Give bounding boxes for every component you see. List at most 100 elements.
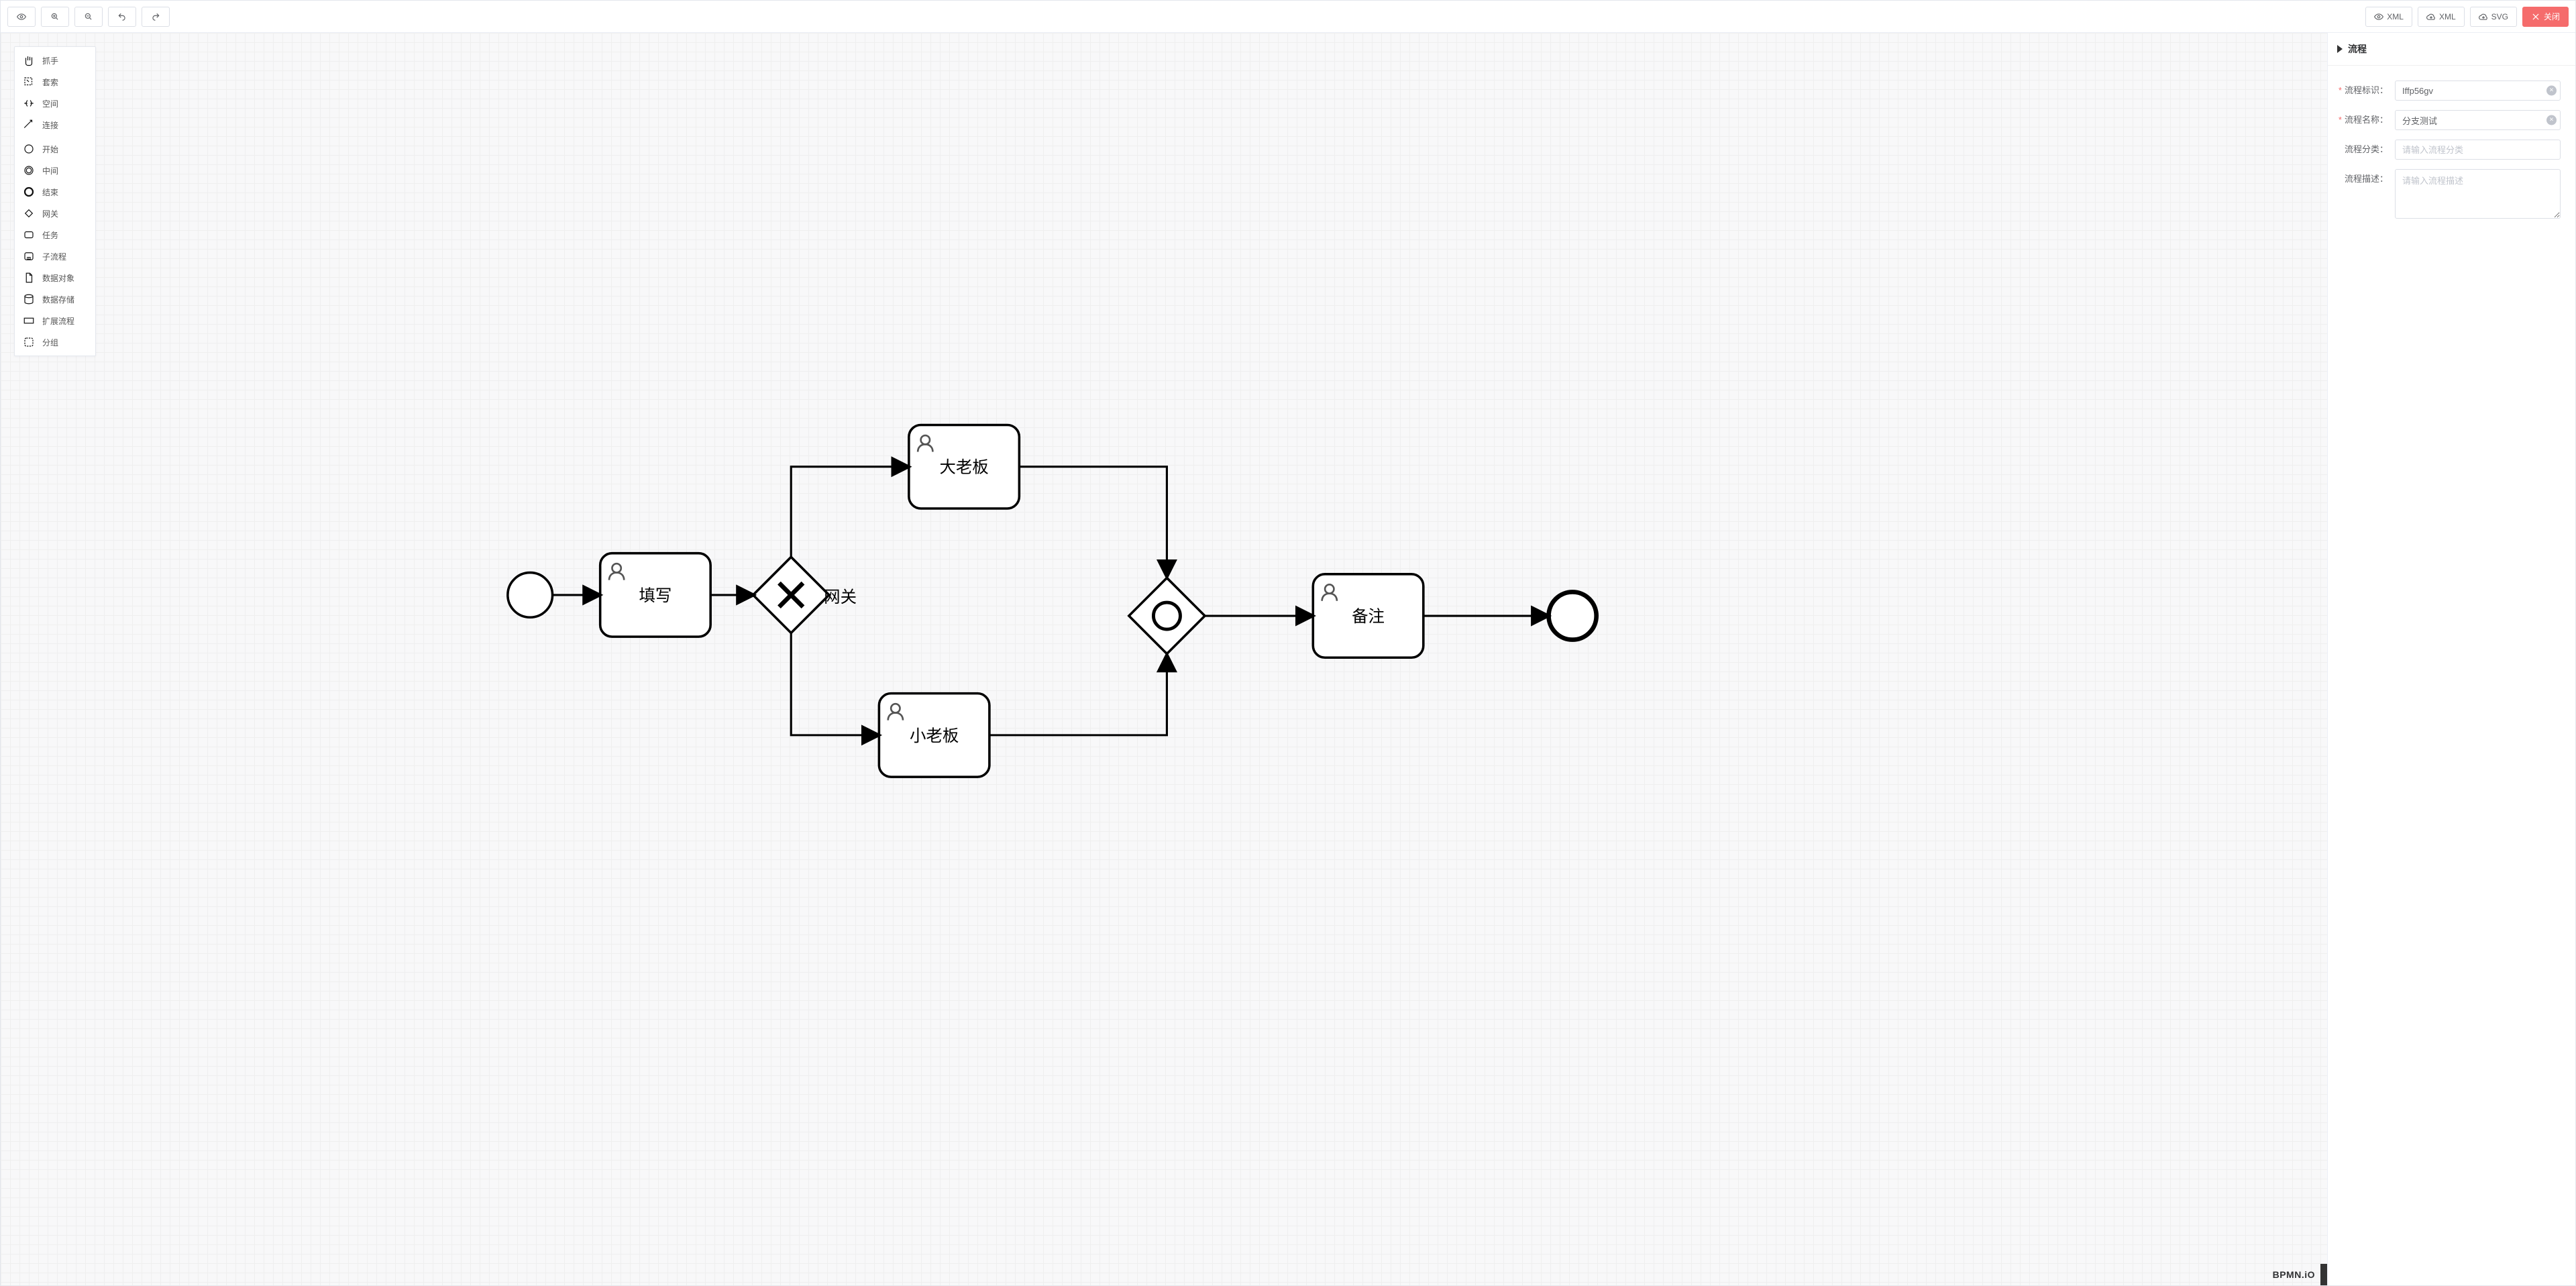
palette-end[interactable]: 结束 bbox=[15, 181, 95, 203]
bpmn-task-label: 大老板 bbox=[939, 458, 988, 477]
redo-button[interactable] bbox=[142, 7, 170, 27]
bpmn-end-event[interactable] bbox=[1549, 592, 1597, 639]
zoom-in-icon bbox=[50, 12, 60, 21]
bpmn-inclusive-gateway[interactable] bbox=[1129, 578, 1205, 653]
start-event-icon bbox=[23, 143, 35, 155]
palette-label: 任务 bbox=[42, 229, 58, 241]
panel-resize-handle[interactable] bbox=[2320, 1264, 2327, 1285]
label-category: 流程分类： bbox=[2333, 140, 2395, 160]
chevron-right-icon bbox=[2337, 45, 2343, 53]
textarea-desc[interactable] bbox=[2395, 169, 2561, 219]
palette-space[interactable]: 空间 bbox=[15, 93, 95, 114]
bpmn-start-event[interactable] bbox=[508, 573, 553, 618]
bpmn-canvas[interactable]: 网关 填写 大老板 bbox=[1, 33, 2327, 1285]
clear-icon[interactable] bbox=[2546, 86, 2557, 96]
label-process-id: 流程标识： bbox=[2333, 81, 2395, 101]
bpmn-edge[interactable] bbox=[791, 632, 879, 735]
palette-label: 数据存储 bbox=[42, 294, 74, 305]
input-category[interactable] bbox=[2395, 140, 2561, 160]
intermediate-event-icon bbox=[23, 164, 35, 176]
palette-start[interactable]: 开始 bbox=[15, 138, 95, 160]
subprocess-icon bbox=[23, 250, 35, 262]
data-object-icon bbox=[23, 272, 35, 284]
palette-label: 结束 bbox=[42, 186, 58, 198]
palette-label: 抓手 bbox=[42, 55, 58, 66]
palette-connect[interactable]: 连接 bbox=[15, 114, 95, 136]
redo-icon bbox=[151, 12, 160, 21]
download-xml-label: XML bbox=[2439, 12, 2456, 21]
bpmn-logo: BPMN.iO bbox=[2273, 1269, 2315, 1280]
palette-label: 扩展流程 bbox=[42, 315, 74, 327]
undo-icon bbox=[117, 12, 127, 21]
palette-label: 连接 bbox=[42, 119, 58, 131]
palette-gateway[interactable]: 网关 bbox=[15, 203, 95, 224]
bpmn-gateway-label: 网关 bbox=[824, 588, 857, 606]
zoom-out-button[interactable] bbox=[74, 7, 103, 27]
hand-icon bbox=[23, 54, 35, 66]
palette-label: 数据对象 bbox=[42, 272, 74, 284]
palette-label: 空间 bbox=[42, 98, 58, 109]
bpmn-palette: 抓手 套索 空间 连接 开始 中间 结束 网关 任务 子流程 数据对象 数据存储… bbox=[14, 46, 96, 356]
zoom-out-icon bbox=[84, 12, 93, 21]
close-button[interactable]: 关闭 bbox=[2522, 7, 2569, 27]
lasso-icon bbox=[23, 76, 35, 88]
gateway-icon bbox=[23, 207, 35, 219]
download-svg-label: SVG bbox=[2491, 12, 2508, 21]
input-process-name[interactable] bbox=[2395, 110, 2561, 130]
expanded-subprocess-icon bbox=[23, 315, 35, 327]
palette-label: 分组 bbox=[42, 337, 58, 348]
bpmn-exclusive-gateway[interactable]: 网关 bbox=[753, 557, 857, 633]
palette-label: 中间 bbox=[42, 165, 58, 176]
palette-hand[interactable]: 抓手 bbox=[15, 50, 95, 71]
close-label: 关闭 bbox=[2544, 11, 2560, 22]
bpmn-task-label: 备注 bbox=[1352, 607, 1385, 626]
bpmn-edge[interactable] bbox=[791, 467, 909, 558]
eye-icon bbox=[2374, 12, 2383, 21]
palette-label: 套索 bbox=[42, 76, 58, 88]
bpmn-task-fill[interactable]: 填写 bbox=[600, 553, 711, 637]
close-icon bbox=[2531, 12, 2540, 21]
download-svg-button[interactable]: SVG bbox=[2470, 7, 2517, 27]
toolbar: XML XML SVG 关闭 bbox=[1, 1, 2575, 33]
zoom-in-button[interactable] bbox=[41, 7, 69, 27]
undo-button[interactable] bbox=[108, 7, 136, 27]
space-icon bbox=[23, 97, 35, 109]
preview-button[interactable] bbox=[7, 7, 36, 27]
palette-label: 开始 bbox=[42, 144, 58, 155]
panel-header[interactable]: 流程 bbox=[2328, 33, 2575, 66]
bpmn-edge[interactable] bbox=[989, 655, 1167, 735]
palette-task[interactable]: 任务 bbox=[15, 224, 95, 246]
palette-expanded[interactable]: 扩展流程 bbox=[15, 310, 95, 331]
palette-label: 网关 bbox=[42, 208, 58, 219]
data-store-icon bbox=[23, 293, 35, 305]
cloud-download-icon bbox=[2426, 12, 2436, 21]
label-desc: 流程描述： bbox=[2333, 169, 2395, 189]
palette-group[interactable]: 分组 bbox=[15, 331, 95, 353]
end-event-icon bbox=[23, 186, 35, 198]
view-xml-label: XML bbox=[2387, 12, 2404, 21]
palette-data-store[interactable]: 数据存储 bbox=[15, 288, 95, 310]
palette-data-object[interactable]: 数据对象 bbox=[15, 267, 95, 288]
panel-title: 流程 bbox=[2348, 42, 2367, 56]
download-xml-button[interactable]: XML bbox=[2418, 7, 2465, 27]
eye-icon bbox=[17, 12, 26, 21]
connect-icon bbox=[23, 119, 35, 131]
task-icon bbox=[23, 229, 35, 241]
bpmn-task-big-boss[interactable]: 大老板 bbox=[909, 425, 1020, 508]
properties-panel: 流程 流程标识： 流程名称： bbox=[2327, 33, 2575, 1285]
cloud-download-icon bbox=[2479, 12, 2488, 21]
bpmn-task-small-boss[interactable]: 小老板 bbox=[879, 694, 989, 777]
view-xml-button[interactable]: XML bbox=[2365, 7, 2412, 27]
bpmn-task-remark[interactable]: 备注 bbox=[1313, 574, 1424, 657]
bpmn-diagram[interactable]: 网关 填写 大老板 bbox=[1, 33, 2327, 1285]
input-process-id[interactable] bbox=[2395, 81, 2561, 101]
palette-intermediate[interactable]: 中间 bbox=[15, 160, 95, 181]
palette-lasso[interactable]: 套索 bbox=[15, 71, 95, 93]
bpmn-task-label: 小老板 bbox=[910, 727, 959, 745]
palette-label: 子流程 bbox=[42, 251, 66, 262]
group-icon bbox=[23, 336, 35, 348]
clear-icon[interactable] bbox=[2546, 115, 2557, 125]
bpmn-task-label: 填写 bbox=[639, 586, 672, 605]
palette-subprocess[interactable]: 子流程 bbox=[15, 246, 95, 267]
bpmn-edge[interactable] bbox=[1019, 467, 1167, 578]
